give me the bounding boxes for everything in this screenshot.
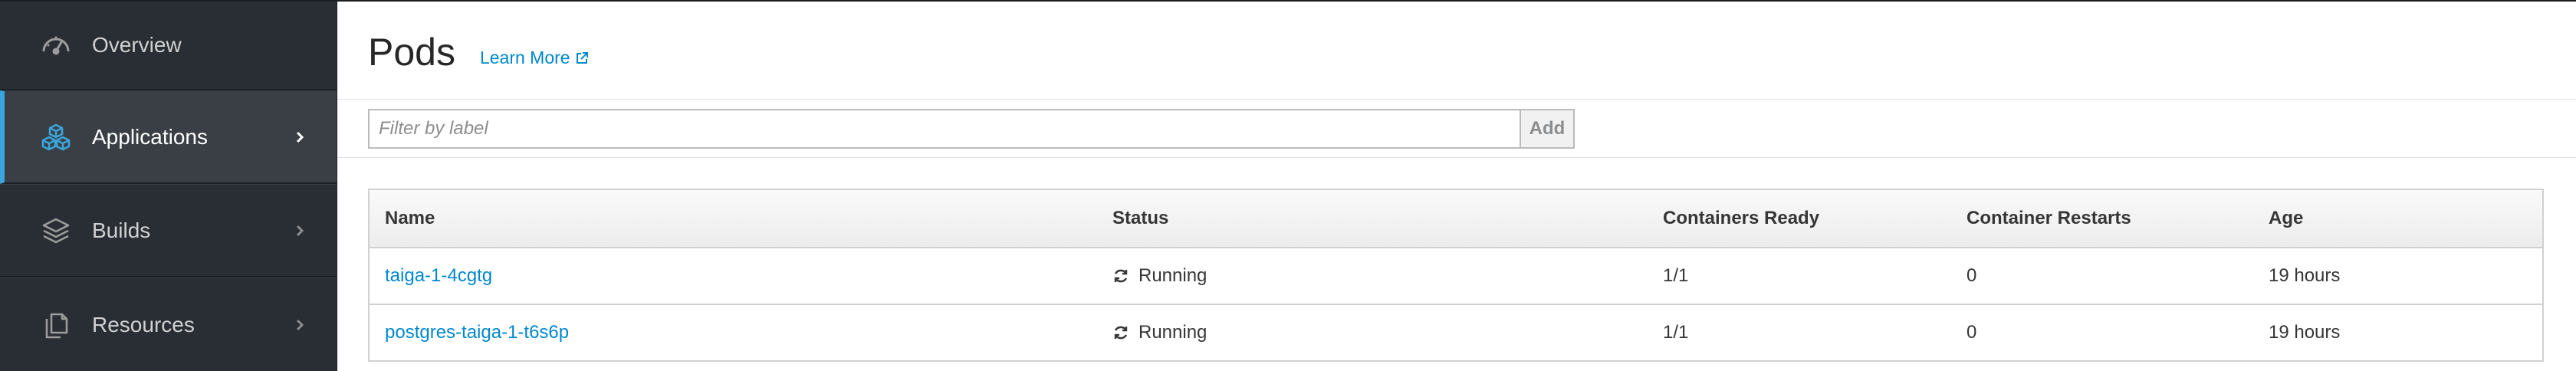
sidebar-item-builds[interactable]: Builds bbox=[0, 184, 337, 278]
table-row: taiga-1-4cgtg Running 1/1 0 19 hours bbox=[368, 248, 2544, 305]
sync-icon bbox=[1114, 326, 1128, 340]
chevron-right-icon bbox=[296, 225, 304, 236]
pod-status-cell: Running bbox=[1097, 248, 1648, 305]
sidebar-item-label: Applications bbox=[92, 124, 208, 149]
filter-by-label-input[interactable] bbox=[368, 108, 1520, 149]
status-text: Running bbox=[1138, 322, 1208, 343]
pods-table: Name Status Containers Ready Container R… bbox=[368, 189, 2544, 362]
sidebar-item-overview[interactable]: Overview bbox=[0, 2, 337, 91]
pod-name-link[interactable]: postgres-taiga-1-t6s6p bbox=[385, 322, 569, 343]
sidebar-item-label: Builds bbox=[92, 218, 151, 242]
sidebar-item-label: Overview bbox=[92, 33, 182, 57]
status-text: Running bbox=[1138, 265, 1208, 286]
sync-icon bbox=[1114, 269, 1128, 283]
table-header-row: Name Status Containers Ready Container R… bbox=[368, 189, 2544, 248]
pod-name-link[interactable]: taiga-1-4cgtg bbox=[385, 265, 492, 286]
filter-bar: Add bbox=[337, 100, 2576, 158]
sidebar-item-applications[interactable]: Applications bbox=[0, 90, 337, 185]
app-root: Overview Applications Builds Resources P… bbox=[0, 0, 2576, 371]
sidebar: Overview Applications Builds Resources bbox=[0, 2, 337, 371]
age-cell: 19 hours bbox=[2253, 304, 2544, 362]
container-restarts-cell: 0 bbox=[1951, 248, 2253, 305]
sidebar-item-resources[interactable]: Resources bbox=[0, 277, 337, 371]
add-filter-button[interactable]: Add bbox=[1520, 108, 1575, 149]
learn-more-link[interactable]: Learn More bbox=[480, 48, 589, 68]
column-header-name[interactable]: Name bbox=[368, 189, 1097, 248]
dashboard-icon bbox=[38, 28, 74, 63]
column-header-container-restarts[interactable]: Container Restarts bbox=[1951, 189, 2253, 248]
chevron-right-icon bbox=[296, 131, 304, 143]
pod-name-cell: taiga-1-4cgtg bbox=[368, 248, 1097, 305]
column-header-containers-ready[interactable]: Containers Ready bbox=[1648, 189, 1951, 248]
main-content: Pods Learn More Add bbox=[337, 2, 2576, 371]
page-header: Pods Learn More bbox=[337, 2, 2576, 100]
files-icon bbox=[38, 307, 74, 343]
column-header-status[interactable]: Status bbox=[1097, 189, 1648, 248]
status-indicator: Running bbox=[1112, 265, 1648, 287]
cubes-icon bbox=[38, 120, 74, 155]
table-row: postgres-taiga-1-t6s6p Running 1/1 0 19 … bbox=[368, 304, 2544, 362]
page-title: Pods bbox=[368, 31, 455, 74]
pod-status-cell: Running bbox=[1097, 304, 1648, 362]
layers-icon bbox=[38, 213, 74, 248]
sidebar-item-label: Resources bbox=[92, 312, 195, 337]
age-cell: 19 hours bbox=[2253, 248, 2544, 305]
external-link-icon bbox=[576, 51, 588, 64]
container-restarts-cell: 0 bbox=[1951, 304, 2253, 362]
status-indicator: Running bbox=[1112, 322, 1648, 343]
containers-ready-cell: 1/1 bbox=[1648, 248, 1951, 305]
pods-table-wrap: Name Status Containers Ready Container R… bbox=[368, 189, 2544, 362]
column-header-age[interactable]: Age bbox=[2253, 189, 2544, 248]
containers-ready-cell: 1/1 bbox=[1648, 304, 1951, 362]
pod-name-cell: postgres-taiga-1-t6s6p bbox=[368, 304, 1097, 362]
learn-more-label: Learn More bbox=[479, 48, 570, 67]
chevron-right-icon bbox=[296, 319, 304, 330]
